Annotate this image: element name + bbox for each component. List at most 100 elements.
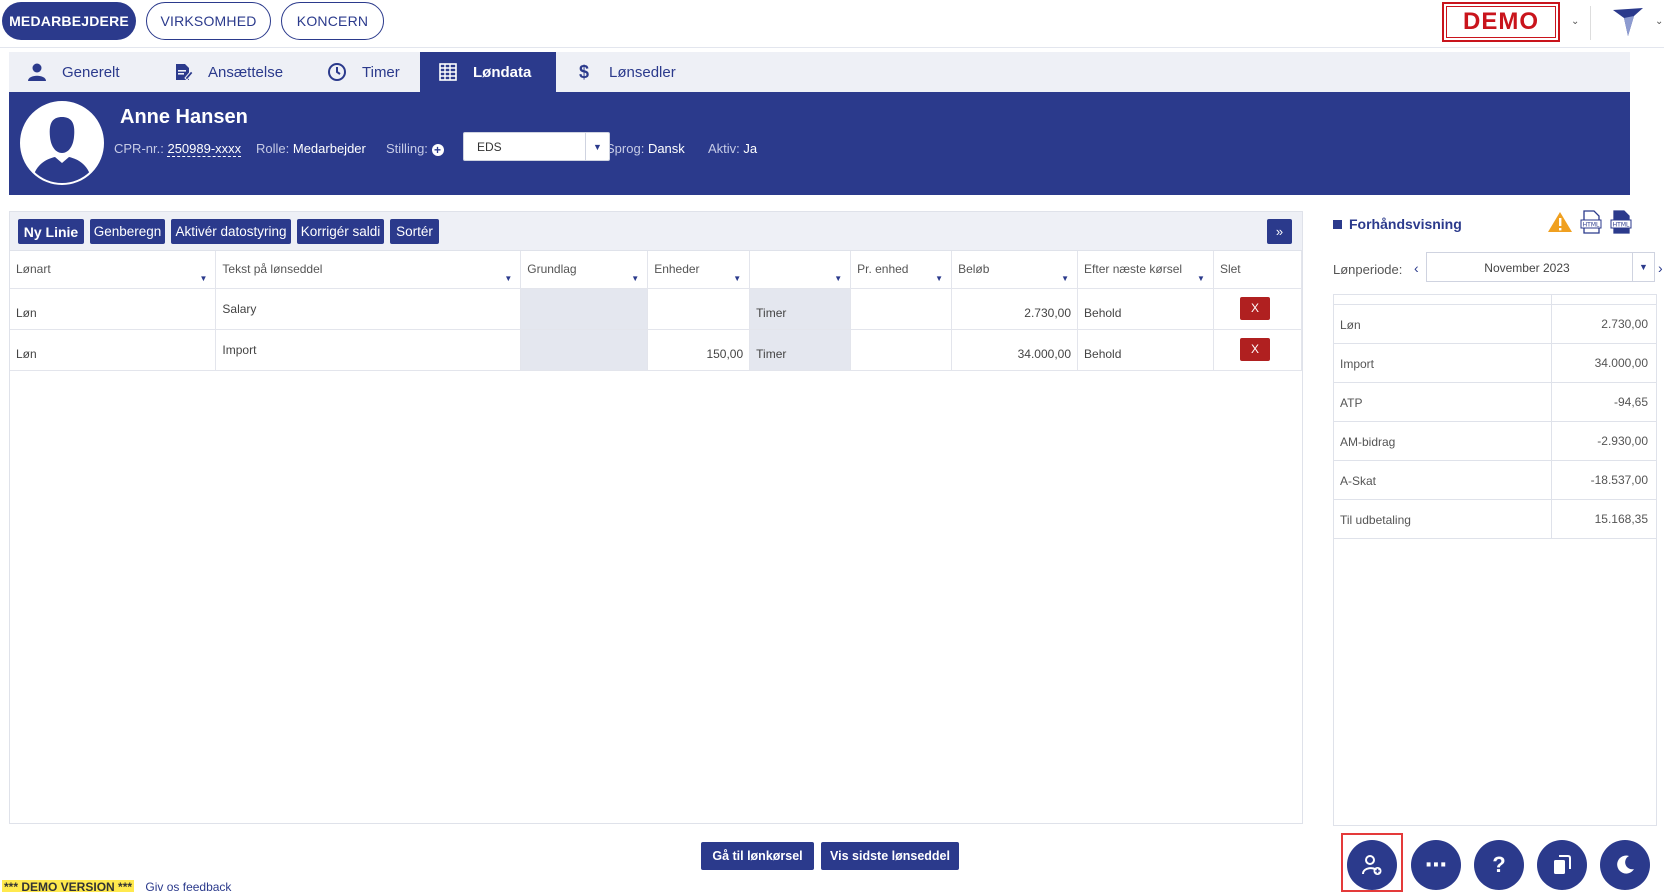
preview-title: Forhåndsvisning bbox=[1333, 216, 1462, 232]
employee-tabs: Generelt Ansættelse Timer Løndata $ Løns… bbox=[9, 52, 1630, 92]
chevron-down-icon[interactable]: ▼ bbox=[585, 133, 609, 160]
table-grid-icon bbox=[437, 61, 459, 83]
company-logo-icon[interactable] bbox=[1610, 4, 1646, 40]
filter-icon[interactable]: ▼ bbox=[1061, 274, 1069, 283]
filter-icon[interactable]: ▼ bbox=[935, 274, 943, 283]
table-header-row: Lønart ▼ Tekst på lønseddel ▼ Grundlag ▼ En… bbox=[10, 251, 1303, 289]
table-row[interactable]: Løn Import 150,00 Timer 34.000,00 Behold… bbox=[10, 329, 1303, 371]
column-header-lonart[interactable]: Lønart ▼ bbox=[10, 251, 217, 289]
help-button[interactable]: ? bbox=[1474, 840, 1524, 890]
square-bullet-icon bbox=[1333, 219, 1342, 229]
table-row[interactable]: Løn Salary Timer 2.730,00 Behold X bbox=[10, 288, 1303, 330]
cell-pr-enhed[interactable] bbox=[850, 329, 953, 371]
add-position-icon[interactable]: + bbox=[431, 144, 444, 156]
cell-belob[interactable]: 34.000,00 bbox=[951, 329, 1079, 371]
more-options-button[interactable]: ⋯ bbox=[1411, 840, 1461, 890]
list-item: Løn 2.730,00 bbox=[1334, 305, 1656, 344]
demo-chevron-down-icon[interactable]: ⌄ bbox=[1571, 16, 1579, 27]
copy-icon bbox=[1554, 855, 1571, 874]
list-item: AM-bidrag -2.930,00 bbox=[1334, 422, 1656, 461]
cell-lonart[interactable]: Løn bbox=[10, 329, 217, 371]
filter-icon[interactable]: ▼ bbox=[199, 274, 207, 283]
tab-ansaettelse[interactable]: Ansættelse bbox=[172, 52, 322, 92]
period-select[interactable]: November 2023 ▼ bbox=[1426, 252, 1655, 282]
column-header-grundlag[interactable]: Grundlag ▼ bbox=[520, 251, 649, 289]
column-header-slet: Slet bbox=[1213, 251, 1303, 289]
position-label: Stilling: bbox=[386, 141, 428, 156]
cell-enheder[interactable]: 150,00 bbox=[647, 329, 751, 371]
delete-row-button[interactable]: X bbox=[1239, 297, 1270, 320]
payroll-data-panel: Ny Linie Genberegn Aktivér datostyring K… bbox=[9, 211, 1303, 824]
dark-mode-button[interactable] bbox=[1600, 840, 1650, 890]
feedback-link[interactable]: Giv os feedback bbox=[145, 880, 231, 892]
filter-icon[interactable]: ▼ bbox=[834, 274, 842, 283]
divider bbox=[1590, 6, 1591, 40]
cell-belob[interactable]: 2.730,00 bbox=[951, 288, 1079, 330]
cell-efter[interactable]: Behold bbox=[1077, 288, 1214, 330]
tab-timer[interactable]: Timer bbox=[326, 52, 426, 92]
column-header-efter[interactable]: Efter næste kørsel ▼ bbox=[1077, 251, 1214, 289]
demo-version-label: *** DEMO VERSION *** bbox=[2, 880, 135, 892]
cell-enheder[interactable] bbox=[647, 288, 751, 330]
cell-tekst[interactable]: Import bbox=[215, 329, 522, 371]
tab-generelt[interactable]: Generelt bbox=[26, 52, 166, 92]
avatar[interactable] bbox=[20, 101, 104, 185]
language-field: Sprog: Dansk bbox=[606, 141, 685, 156]
language-label: Sprog: bbox=[606, 141, 645, 156]
expand-panel-button[interactable]: » bbox=[1267, 219, 1292, 244]
logo-chevron-down-icon[interactable]: ⌄ bbox=[1655, 16, 1663, 27]
tab-label: Løndata bbox=[473, 63, 532, 81]
sort-button[interactable]: Sortér bbox=[390, 219, 439, 244]
chevron-right-icon[interactable]: › bbox=[1658, 260, 1663, 276]
chevron-left-icon[interactable]: ‹ bbox=[1414, 260, 1419, 276]
cell-unit-type[interactable]: Timer bbox=[749, 329, 852, 371]
svg-text:HTML: HTML bbox=[1583, 222, 1600, 229]
active-value: Ja bbox=[743, 141, 758, 156]
cell-lonart[interactable]: Løn bbox=[10, 288, 217, 330]
html-file-icon[interactable]: HTML bbox=[1609, 210, 1633, 234]
nav-medarbejdere[interactable]: MEDARBEJDERE bbox=[2, 2, 136, 40]
preview-actions: HTML HTML bbox=[1547, 210, 1633, 234]
column-header-unit-type[interactable]: ▼ bbox=[749, 251, 852, 289]
chevron-down-icon[interactable]: ▼ bbox=[1632, 253, 1654, 281]
active-field: Aktiv: Ja bbox=[708, 141, 757, 156]
column-header-pr-enhed[interactable]: Pr. enhed ▼ bbox=[850, 251, 953, 289]
employee-header: Anne Hansen CPR-nr.: 250989-xxxx Rolle: … bbox=[9, 92, 1630, 195]
nav-koncern[interactable]: KONCERN bbox=[281, 2, 384, 40]
delete-row-button[interactable]: X bbox=[1239, 338, 1270, 361]
dollar-icon: $ bbox=[578, 61, 589, 82]
activate-date-control-button[interactable]: Aktivér datostyring bbox=[171, 219, 291, 244]
column-header-enheder[interactable]: Enheder ▼ bbox=[647, 251, 751, 289]
language-value: Dansk bbox=[647, 141, 685, 156]
column-header-belob[interactable]: Beløb ▼ bbox=[951, 251, 1079, 289]
html-file-icon[interactable]: HTML bbox=[1579, 210, 1603, 234]
nav-virksomhed[interactable]: VIRKSOMHED bbox=[146, 2, 271, 40]
copy-button[interactable] bbox=[1537, 840, 1587, 890]
demo-badge[interactable]: DEMO bbox=[1442, 2, 1560, 42]
filter-icon[interactable]: ▼ bbox=[504, 274, 512, 283]
cell-unit-type[interactable]: Timer bbox=[749, 288, 852, 330]
filter-icon[interactable]: ▼ bbox=[631, 274, 639, 283]
ellipsis-icon: ⋯ bbox=[1425, 852, 1447, 877]
show-last-payslip-button[interactable]: Vis sidste lønseddel bbox=[821, 842, 959, 870]
recalculate-button[interactable]: Genberegn bbox=[90, 219, 165, 244]
role-value: Medarbejder bbox=[292, 141, 366, 156]
cpr-label: CPR-nr.: bbox=[114, 141, 164, 156]
role-field: Rolle: Medarbejder bbox=[256, 141, 366, 156]
column-header-tekst[interactable]: Tekst på lønseddel ▼ bbox=[215, 251, 522, 289]
cpr-value[interactable]: 250989-xxxx bbox=[167, 141, 242, 157]
cell-efter[interactable]: Behold bbox=[1077, 329, 1214, 371]
position-select[interactable]: EDS ▼ bbox=[463, 132, 610, 161]
go-to-payroll-run-button[interactable]: Gå til lønkørsel bbox=[701, 842, 814, 870]
filter-icon[interactable]: ▼ bbox=[1197, 274, 1205, 283]
new-line-button[interactable]: Ny Linie bbox=[18, 219, 84, 244]
warning-icon[interactable] bbox=[1547, 210, 1573, 234]
cell-pr-enhed[interactable] bbox=[850, 288, 953, 330]
add-user-button[interactable] bbox=[1347, 840, 1397, 890]
cell-tekst[interactable]: Salary bbox=[215, 288, 522, 330]
filter-icon[interactable]: ▼ bbox=[733, 274, 741, 283]
cell-grundlag bbox=[520, 329, 649, 371]
tab-lonsedler[interactable]: $ Lønsedler bbox=[573, 52, 703, 92]
tab-londata[interactable]: Løndata bbox=[420, 52, 556, 92]
correct-balance-button[interactable]: Korrigér saldi bbox=[297, 219, 384, 244]
